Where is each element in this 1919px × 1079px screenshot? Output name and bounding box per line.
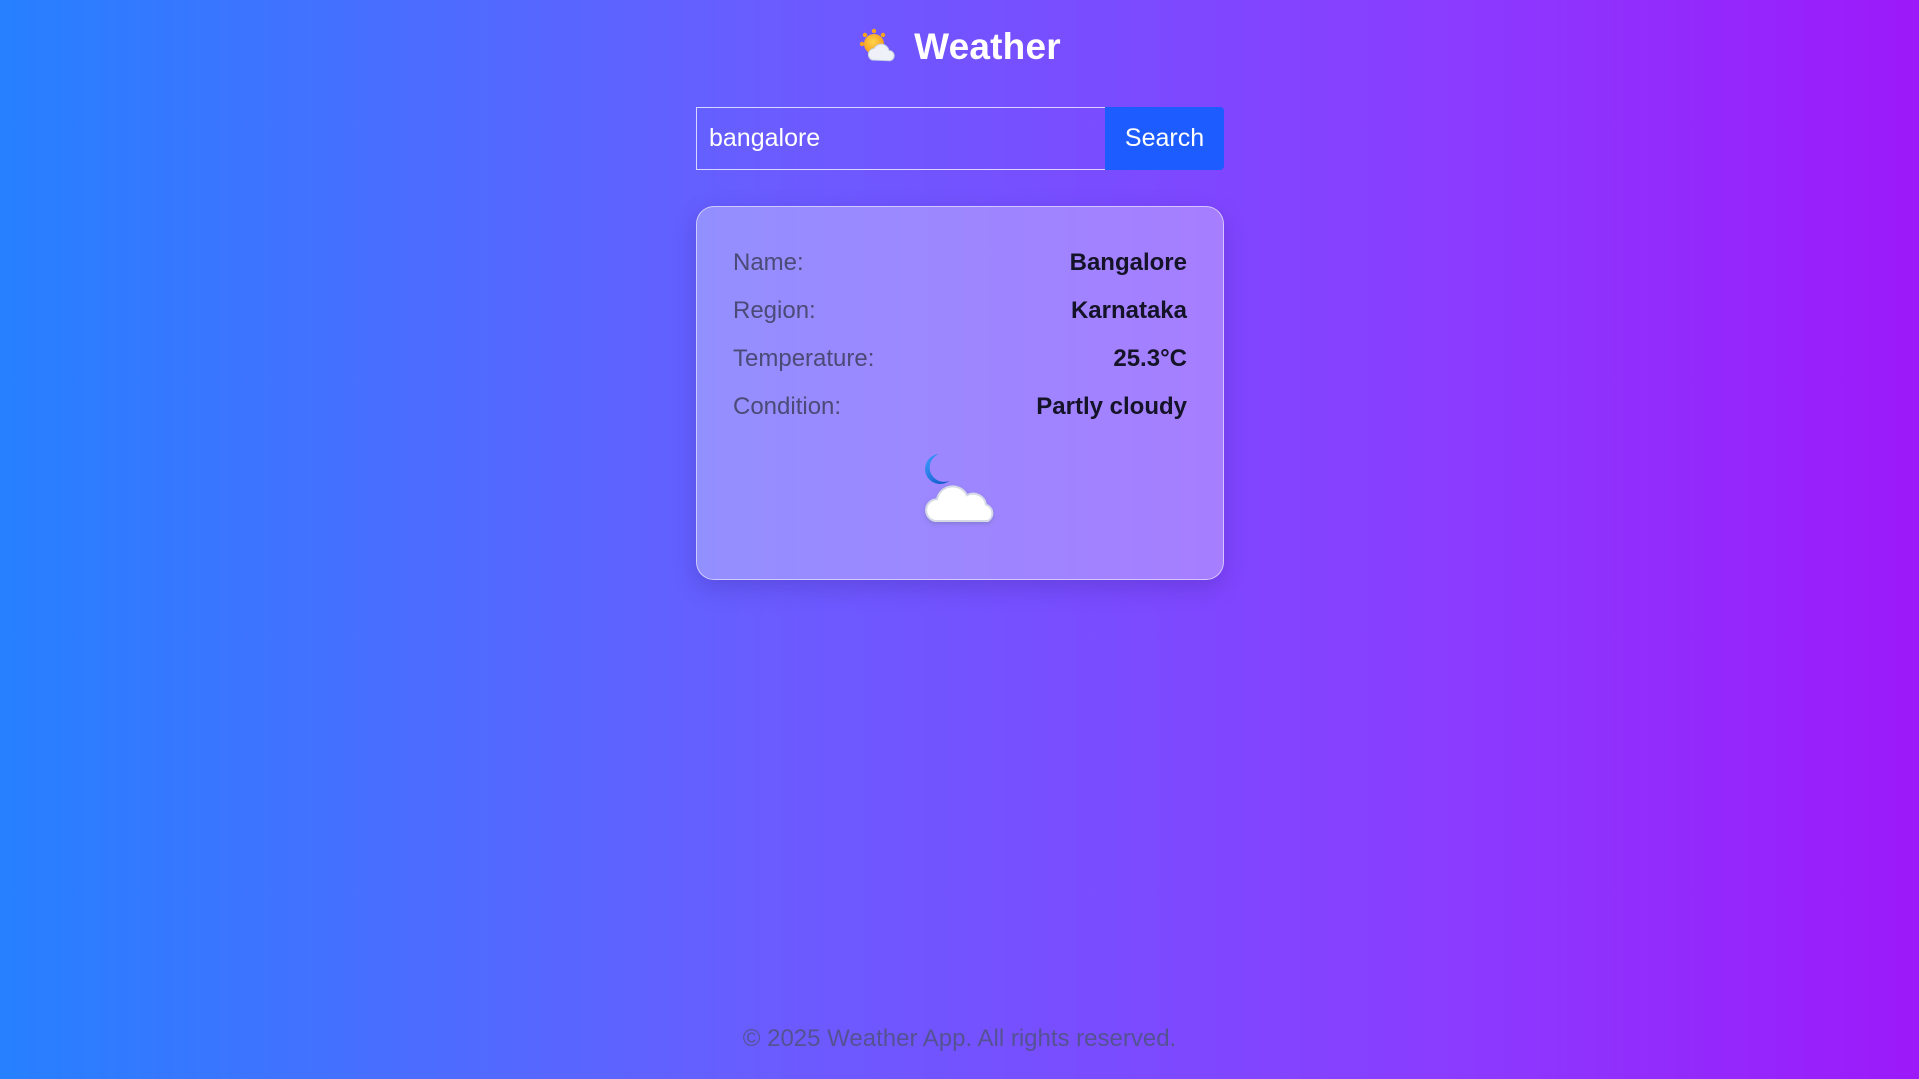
temperature-label: Temperature: — [733, 345, 875, 372]
condition-value: Partly cloudy — [1036, 393, 1187, 420]
weather-row-name: Name: Bangalore — [733, 239, 1187, 287]
footer-copyright: © 2025 Weather App. All rights reserved. — [742, 1025, 1177, 1052]
moon-cloud-icon — [925, 454, 994, 522]
city-search-input[interactable] — [696, 107, 1105, 170]
page-title: Weather — [914, 26, 1061, 67]
weather-row-condition: Condition: Partly cloudy — [733, 383, 1187, 431]
search-bar: Search — [696, 107, 1224, 170]
sun-behind-cloud-icon — [859, 28, 895, 62]
temperature-value: 25.3°C — [1113, 345, 1187, 372]
name-label: Name: — [733, 249, 804, 276]
weather-card: Name: Bangalore Region: Karnataka Temper… — [696, 206, 1224, 580]
condition-label: Condition: — [733, 393, 842, 420]
app-header: Weather — [0, 26, 1919, 68]
region-label: Region: — [733, 297, 816, 324]
name-value: Bangalore — [1069, 249, 1187, 276]
weather-row-region: Region: Karnataka — [733, 287, 1187, 335]
search-button[interactable]: Search — [1105, 107, 1224, 170]
weather-row-temperature: Temperature: 25.3°C — [733, 335, 1187, 383]
region-value: Karnataka — [1070, 297, 1187, 324]
